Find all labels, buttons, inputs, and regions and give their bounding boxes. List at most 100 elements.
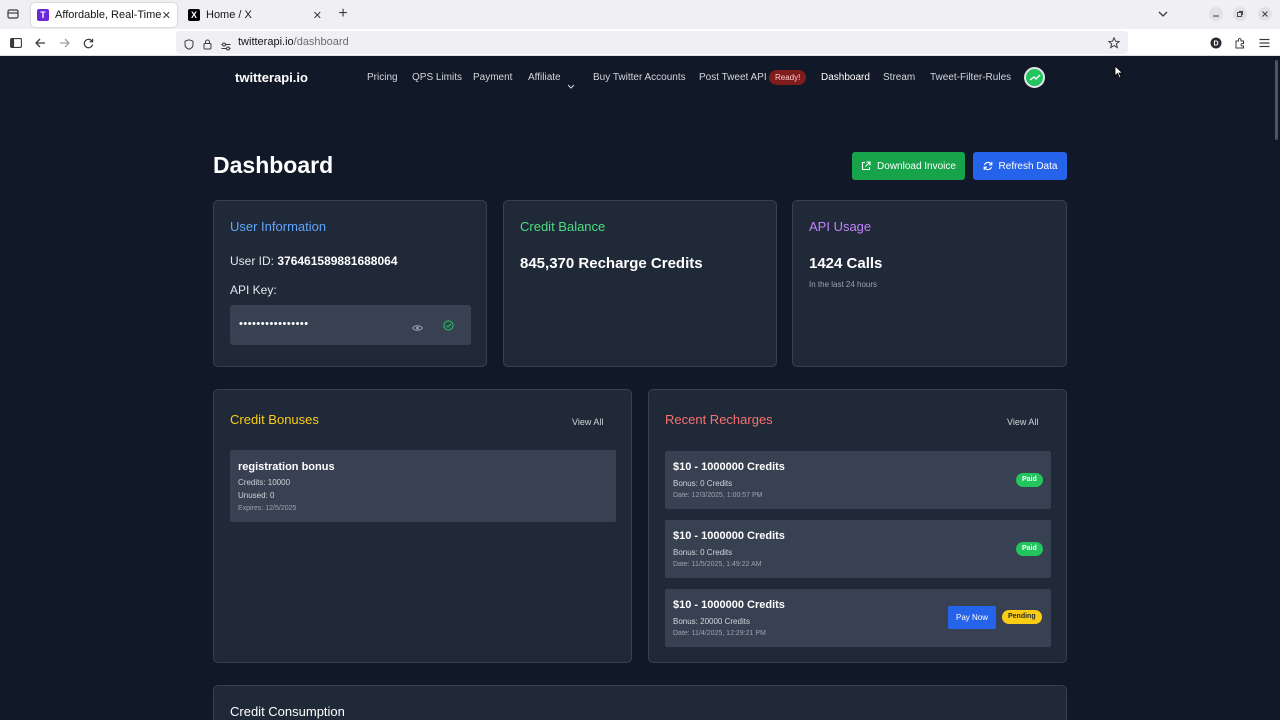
- check-circle-icon[interactable]: [443, 318, 454, 336]
- nav-post-tweet-api[interactable]: Post Tweet API: [699, 72, 767, 83]
- recharge-item: $10 - 1000000 Credits Bonus: 0 Credits D…: [665, 451, 1051, 509]
- permissions-icon[interactable]: [221, 38, 231, 56]
- bonus-credits: Credits: 10000: [238, 478, 291, 487]
- download-invoice-button[interactable]: Download Invoice: [852, 152, 965, 180]
- close-window-icon[interactable]: [1258, 7, 1272, 21]
- api-key-field[interactable]: ••••••••••••••••: [230, 305, 471, 345]
- credit-consumption-card: Credit Consumption: [213, 685, 1067, 720]
- url-bar[interactable]: twitterapi.io/dashboard: [176, 31, 1128, 54]
- bonus-unused: Unused: 0: [238, 491, 275, 500]
- nav-pricing[interactable]: Pricing: [367, 72, 398, 83]
- mouse-cursor-icon: [1114, 65, 1124, 79]
- pay-now-button[interactable]: Pay Now: [948, 606, 996, 629]
- credit-bonuses-view-all-link[interactable]: View All: [572, 417, 603, 427]
- nav-payment[interactable]: Payment: [473, 72, 512, 83]
- status-badge: Pending: [1002, 610, 1042, 624]
- nav-stream[interactable]: Stream: [883, 72, 915, 83]
- recent-recharges-title: Recent Recharges: [665, 412, 773, 427]
- url-text[interactable]: twitterapi.io/dashboard: [238, 36, 349, 48]
- credit-balance-card: Credit Balance 845,370 Recharge Credits: [503, 200, 777, 367]
- status-badge: Paid: [1016, 473, 1043, 487]
- tab-title: Home / X: [206, 9, 252, 21]
- user-information-card: User Information User ID: 37646158988168…: [213, 200, 487, 367]
- reload-icon[interactable]: [81, 36, 95, 50]
- svg-text:D: D: [1213, 41, 1218, 48]
- nav-buy-twitter-accounts[interactable]: Buy Twitter Accounts: [593, 72, 686, 83]
- browser-toolbar: twitterapi.io/dashboard D: [0, 29, 1280, 56]
- recharge-title: $10 - 1000000 Credits: [673, 599, 785, 611]
- site-logo[interactable]: twitterapi.io: [235, 70, 308, 85]
- avatar[interactable]: [1024, 67, 1045, 88]
- api-usage-note: In the last 24 hours: [809, 280, 878, 289]
- x-favicon-icon: X: [188, 9, 200, 21]
- ready-badge: Ready!: [769, 70, 807, 85]
- page-title: Dashboard: [213, 152, 334, 178]
- page-scrollbar[interactable]: [1275, 60, 1278, 140]
- site-header: twitterapi.io Pricing QPS Limits Payment…: [0, 57, 1280, 99]
- api-usage-value: 1424 Calls: [809, 255, 883, 272]
- api-usage-card: API Usage 1424 Calls In the last 24 hour…: [792, 200, 1067, 367]
- credit-bonuses-card: Credit Bonuses View All registration bon…: [213, 389, 632, 663]
- new-tab-icon[interactable]: +: [336, 5, 350, 22]
- user-id-value: 376461589881688064: [277, 254, 398, 268]
- refresh-data-label: Refresh Data: [998, 160, 1058, 172]
- url-path: /dashboard: [293, 36, 349, 48]
- nav-affiliate[interactable]: Affiliate: [528, 72, 561, 83]
- tab-overview-icon[interactable]: [6, 7, 20, 21]
- api-key-value: ••••••••••••••••: [239, 318, 309, 330]
- nav-tweet-filter-rules[interactable]: Tweet-Filter-Rules: [930, 72, 1011, 83]
- api-usage-title: API Usage: [809, 219, 872, 234]
- recharge-date: Date: 11/4/2025, 12:29:21 PM: [673, 630, 766, 637]
- url-host: twitterapi.io: [238, 36, 294, 48]
- back-icon[interactable]: [33, 36, 47, 50]
- chevron-down-icon[interactable]: [567, 76, 575, 94]
- recharge-title: $10 - 1000000 Credits: [673, 461, 785, 473]
- download-invoice-label: Download Invoice: [877, 160, 956, 172]
- recharge-title: $10 - 1000000 Credits: [673, 530, 785, 542]
- credit-bonuses-title: Credit Bonuses: [230, 412, 319, 427]
- menu-icon[interactable]: [1257, 36, 1271, 50]
- api-key-label: API Key:: [230, 283, 277, 297]
- minimize-icon[interactable]: [1209, 7, 1223, 21]
- tab-list-chevron-icon[interactable]: [1157, 8, 1169, 20]
- credit-balance-title: Credit Balance: [520, 219, 606, 234]
- sidebar-icon[interactable]: [9, 36, 23, 50]
- external-link-icon: [861, 161, 871, 171]
- recent-recharges-card: Recent Recharges View All $10 - 1000000 …: [648, 389, 1067, 663]
- twitterapi-favicon-icon: T: [37, 9, 49, 21]
- recent-recharges-view-all-link[interactable]: View All: [1007, 417, 1038, 427]
- recharge-date: Date: 11/5/2025, 1:49:22 AM: [673, 561, 762, 568]
- forward-icon[interactable]: [57, 36, 71, 50]
- nav-dashboard[interactable]: Dashboard: [821, 72, 870, 83]
- bonus-name: registration bonus: [238, 461, 335, 473]
- tab-title: Affordable, Real-Time X (: [55, 9, 163, 21]
- account-icon[interactable]: D: [1209, 36, 1223, 50]
- recharge-date: Date: 12/3/2025, 1:00:57 PM: [673, 492, 763, 499]
- eye-icon[interactable]: [412, 319, 423, 337]
- restore-icon[interactable]: [1233, 7, 1247, 21]
- close-icon[interactable]: ✕: [162, 9, 171, 22]
- user-id-label: User ID:: [230, 254, 275, 268]
- recharge-bonus: Bonus: 0 Credits: [673, 479, 733, 488]
- close-icon[interactable]: ✕: [313, 9, 322, 22]
- bonus-expires: Expires: 12/5/2025: [238, 505, 297, 512]
- user-id-row: User ID: 376461589881688064: [230, 254, 398, 268]
- tab-affordable[interactable]: T Affordable, Real-Time X ( ✕: [31, 3, 177, 27]
- credit-balance-value: 845,370 Recharge Credits: [520, 255, 703, 272]
- bookmark-star-icon[interactable]: [1107, 36, 1121, 54]
- refresh-icon: [983, 161, 992, 171]
- recharge-bonus: Bonus: 0 Credits: [673, 548, 733, 557]
- lock-icon[interactable]: [203, 37, 212, 55]
- recharge-item: $10 - 1000000 Credits Bonus: 0 Credits D…: [665, 520, 1051, 578]
- nav-qps-limits[interactable]: QPS Limits: [412, 72, 462, 83]
- refresh-data-button[interactable]: Refresh Data: [973, 152, 1067, 180]
- credit-consumption-title: Credit Consumption: [230, 704, 345, 719]
- tracking-shield-icon[interactable]: [184, 37, 194, 55]
- bonus-item: registration bonus Credits: 10000 Unused…: [230, 450, 616, 522]
- user-information-title: User Information: [230, 219, 327, 234]
- tab-home-x[interactable]: X Home / X ✕: [182, 3, 328, 27]
- browser-tab-bar: T Affordable, Real-Time X ( ✕ X Home / X…: [0, 0, 1280, 29]
- recharge-bonus: Bonus: 20000 Credits: [673, 617, 750, 626]
- status-badge: Paid: [1016, 542, 1043, 556]
- extensions-icon[interactable]: [1233, 36, 1247, 50]
